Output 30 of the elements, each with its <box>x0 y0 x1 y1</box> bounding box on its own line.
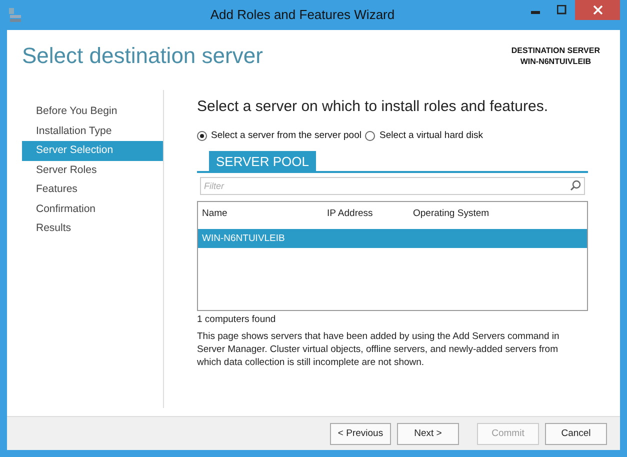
destination-label: DESTINATION SERVER <box>511 45 600 56</box>
radio-label[interactable]: Select a server from the server pool <box>211 130 362 141</box>
column-header[interactable]: Name <box>198 208 323 218</box>
wizard-step[interactable]: Server Roles <box>22 160 163 180</box>
wizard-button[interactable]: < Previous <box>330 422 391 444</box>
column-header[interactable]: Operating System <box>409 208 533 218</box>
wizard-step[interactable]: Features <box>22 180 163 200</box>
computer-count: 1 computers found <box>197 314 277 325</box>
wizard-step[interactable]: Results <box>22 219 163 238</box>
app-icon <box>8 7 22 23</box>
filter-field[interactable]: Filter <box>200 177 585 195</box>
table-cell-text: WIN-N6NTUIVLEIB <box>201 233 286 244</box>
description-text: This page shows servers that have been added by using the Add Servers command in Server Manager. Cluster virtual objects, offline servers, and newly-added servers from which data collection is still incomplete are not shown. <box>197 330 560 369</box>
radio-button[interactable] <box>197 130 207 140</box>
wizard-step[interactable]: Before You Begin <box>22 102 163 122</box>
destination-server: WIN-N6NTUIVLEIB <box>519 56 592 67</box>
wizard-step[interactable]: Confirmation <box>22 200 163 219</box>
search-icon[interactable] <box>570 180 581 191</box>
window-title: Add Roles and Features Wizard <box>209 6 396 22</box>
section-heading: Select a server on which to install roles and features. <box>197 98 550 115</box>
page-title: Select destination server <box>22 43 263 69</box>
close-icon <box>592 5 602 15</box>
column-header[interactable]: IP Address <box>323 208 409 218</box>
radio-button[interactable] <box>365 130 376 140</box>
wizard-button[interactable]: Cancel <box>545 422 607 444</box>
close-button[interactable] <box>575 0 620 20</box>
radio-label[interactable]: Select a virtual hard disk <box>379 130 483 141</box>
wizard-step[interactable]: Installation Type <box>22 122 163 141</box>
maximize-icon <box>557 5 567 15</box>
wizard-button[interactable]: Next > <box>397 422 459 444</box>
